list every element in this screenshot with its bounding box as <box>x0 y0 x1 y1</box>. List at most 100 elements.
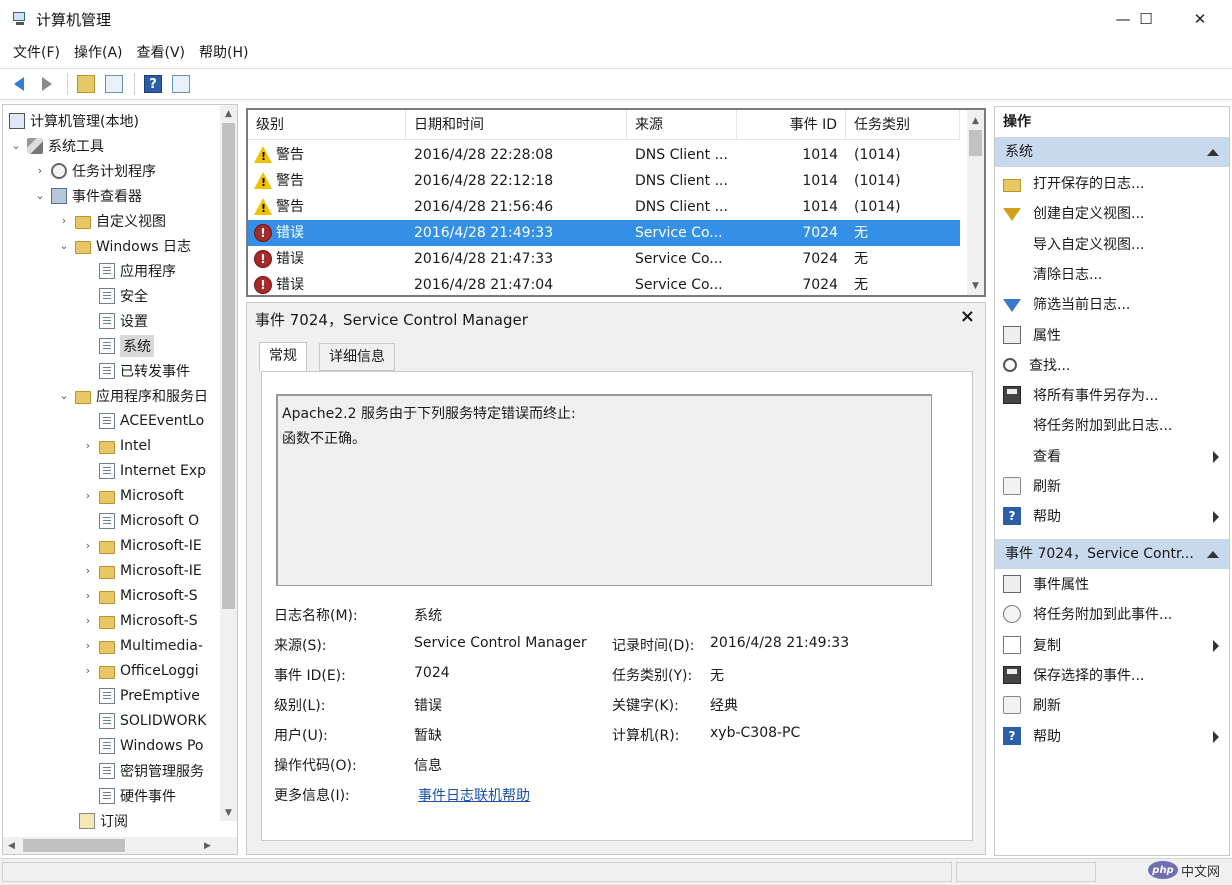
tab-details[interactable]: 详细信息 <box>319 343 395 371</box>
event-row[interactable]: ! 错误 2016/4/28 21:47:04 Service Co... 7024 无 <box>248 272 960 295</box>
column-header-level[interactable]: 级别 <box>248 110 406 140</box>
events-vertical-scrollbar[interactable]: ▲ ▼ <box>967 110 984 295</box>
event-row-selected[interactable]: ! 错误 2016/4/28 21:49:33 Service Co... 7024 无 <box>248 220 960 246</box>
chevron-right-icon[interactable]: › <box>81 539 95 553</box>
column-header-datetime[interactable]: 日期和时间 <box>406 110 627 140</box>
action-item[interactable]: 创建自定义视图... <box>995 198 1229 228</box>
chevron-right-icon[interactable]: › <box>81 614 95 628</box>
tree-item-app-log[interactable]: › Microsoft <box>81 483 184 508</box>
action-item[interactable]: 将所有事件另存为... <box>995 380 1229 410</box>
menu-action[interactable]: 操作(A) <box>67 41 130 65</box>
tree-item-app-service-logs[interactable]: ⌄ 应用程序和服务日 <box>57 383 208 408</box>
show-hide-tree-button[interactable] <box>101 71 127 97</box>
close-detail-icon[interactable]: × <box>960 306 975 327</box>
action-item[interactable]: 刷新 <box>995 471 1229 501</box>
column-header-source[interactable]: 来源 <box>627 110 737 140</box>
chevron-right-icon[interactable]: › <box>57 214 71 228</box>
event-row[interactable]: ! 警告 2016/4/28 22:28:08 DNS Client ... 1014 (… <box>248 142 960 168</box>
chevron-right-icon[interactable]: › <box>81 664 95 678</box>
action-item[interactable]: 刷新 <box>995 690 1229 720</box>
chevron-right-icon[interactable]: › <box>81 489 95 503</box>
event-description[interactable]: Apache2.2 服务由于下列服务特定错误而终止: 函数不正确。 <box>276 394 932 586</box>
tree-item-app-log[interactable]: SOLIDWORK <box>81 708 206 733</box>
tree-item-subscriptions[interactable]: 订阅 <box>75 808 128 833</box>
chevron-right-icon[interactable]: › <box>33 164 47 178</box>
tree-item-log[interactable]: 已转发事件 <box>95 358 190 383</box>
tree-item-app-log[interactable]: Microsoft O <box>81 508 199 533</box>
tree-item-windows-logs[interactable]: ⌄ Windows 日志 <box>57 233 191 258</box>
event-row[interactable]: ! 错误 2016/4/28 21:47:33 Service Co... 7024 无 <box>248 246 960 272</box>
scroll-down-icon[interactable]: ▼ <box>967 277 984 294</box>
tree-item-app-log[interactable]: › Intel <box>81 433 151 458</box>
chevron-down-icon[interactable]: ⌄ <box>33 189 47 203</box>
tab-general[interactable]: 常规 <box>259 342 307 372</box>
menu-help[interactable]: 帮助(H) <box>192 41 255 65</box>
tree-item-app-log[interactable]: › Microsoft-S <box>81 583 198 608</box>
action-item[interactable]: 属性 <box>995 320 1229 350</box>
tree-item-app-log[interactable]: Internet Exp <box>81 458 206 483</box>
chevron-right-icon[interactable]: › <box>81 589 95 603</box>
menu-file[interactable]: 文件(F) <box>6 41 67 65</box>
tree-item-root[interactable]: 计算机管理(本地) <box>5 108 139 133</box>
tree-item-app-log[interactable]: ACEEventLo <box>81 408 204 433</box>
tree-item-event-viewer[interactable]: ⌄ 事件查看器 <box>33 183 142 208</box>
action-item[interactable]: ? 帮助 <box>995 501 1229 531</box>
tree-item-log[interactable]: 安全 <box>95 283 148 308</box>
chevron-down-icon[interactable]: ⌄ <box>57 389 71 403</box>
action-item[interactable]: 将任务附加到此事件... <box>995 599 1229 629</box>
action-item[interactable]: 保存选择的事件... <box>995 660 1229 690</box>
tree-item-app-log[interactable]: PreEmptive <box>81 683 200 708</box>
action-item[interactable]: 复制 <box>995 630 1229 660</box>
scroll-thumb[interactable] <box>969 130 982 156</box>
collapse-icon[interactable] <box>1207 551 1219 558</box>
show-hide-action-pane-button[interactable] <box>168 71 194 97</box>
scroll-right-icon[interactable]: ▶ <box>199 837 216 854</box>
action-item[interactable]: ? 帮助 <box>995 721 1229 751</box>
tree-horizontal-scrollbar[interactable]: ◀ ▶ <box>3 837 220 854</box>
tree-item-system-tools[interactable]: ⌄ 系统工具 <box>9 133 104 158</box>
close-button[interactable]: ✕ <box>1177 0 1223 38</box>
tree-item-app-log[interactable]: › Microsoft-IE <box>81 558 202 583</box>
event-row[interactable]: ! 警告 2016/4/28 21:56:46 DNS Client ... 1014 (… <box>248 194 960 220</box>
scroll-down-icon[interactable]: ▼ <box>220 804 237 821</box>
actions-section-system[interactable]: 系统 <box>995 137 1229 167</box>
menu-view[interactable]: 查看(V) <box>130 41 193 65</box>
action-item[interactable]: 查看 <box>995 441 1229 471</box>
scroll-left-icon[interactable]: ◀ <box>3 837 20 854</box>
maximize-button[interactable]: ☐ <box>1123 0 1169 38</box>
actions-section-event[interactable]: 事件 7024，Service Contr... <box>995 539 1229 569</box>
action-item[interactable]: 查找... <box>995 350 1229 380</box>
tree-item-app-log[interactable]: › Microsoft-S <box>81 608 198 633</box>
tree-item-app-log[interactable]: › OfficeLoggi <box>81 658 199 683</box>
chevron-right-icon[interactable]: › <box>81 439 95 453</box>
up-level-button[interactable] <box>73 71 99 97</box>
collapse-icon[interactable] <box>1207 149 1219 156</box>
event-log-online-help-link[interactable]: 事件日志联机帮助 <box>418 785 530 805</box>
action-item[interactable]: 清除日志... <box>995 259 1229 289</box>
scroll-thumb[interactable] <box>23 839 125 852</box>
help-toolbar-button[interactable]: ? <box>140 71 166 97</box>
action-item[interactable]: 导入自定义视图... <box>995 229 1229 259</box>
scroll-up-icon[interactable]: ▲ <box>967 112 984 129</box>
tree-item-task-scheduler[interactable]: › 任务计划程序 <box>33 158 156 183</box>
tree-item-log[interactable]: 应用程序 <box>95 258 176 283</box>
tree-item-app-log[interactable]: › Multimedia- <box>81 633 203 658</box>
action-item[interactable]: 事件属性 <box>995 569 1229 599</box>
tree-item-custom-views[interactable]: › 自定义视图 <box>57 208 166 233</box>
chevron-right-icon[interactable]: › <box>81 564 95 578</box>
chevron-down-icon[interactable]: ⌄ <box>9 139 23 153</box>
column-header-task-category[interactable]: 任务类别 <box>846 110 960 140</box>
action-item[interactable]: 打开保存的日志... <box>995 168 1229 198</box>
chevron-right-icon[interactable]: › <box>81 639 95 653</box>
scroll-up-icon[interactable]: ▲ <box>220 105 237 122</box>
column-header-event-id[interactable]: 事件 ID <box>737 110 846 140</box>
scroll-thumb[interactable] <box>222 123 235 609</box>
tree-item-app-log[interactable]: › Microsoft-IE <box>81 533 202 558</box>
tree-item-app-log[interactable]: 硬件事件 <box>81 783 176 808</box>
action-item[interactable]: 筛选当前日志... <box>995 289 1229 319</box>
tree-item-log[interactable]: 设置 <box>95 308 148 333</box>
action-item[interactable]: 将任务附加到此日志... <box>995 410 1229 440</box>
tree-item-app-log[interactable]: Windows Po <box>81 733 203 758</box>
chevron-down-icon[interactable]: ⌄ <box>57 239 71 253</box>
tree-item-app-log[interactable]: 密钥管理服务 <box>81 758 204 783</box>
